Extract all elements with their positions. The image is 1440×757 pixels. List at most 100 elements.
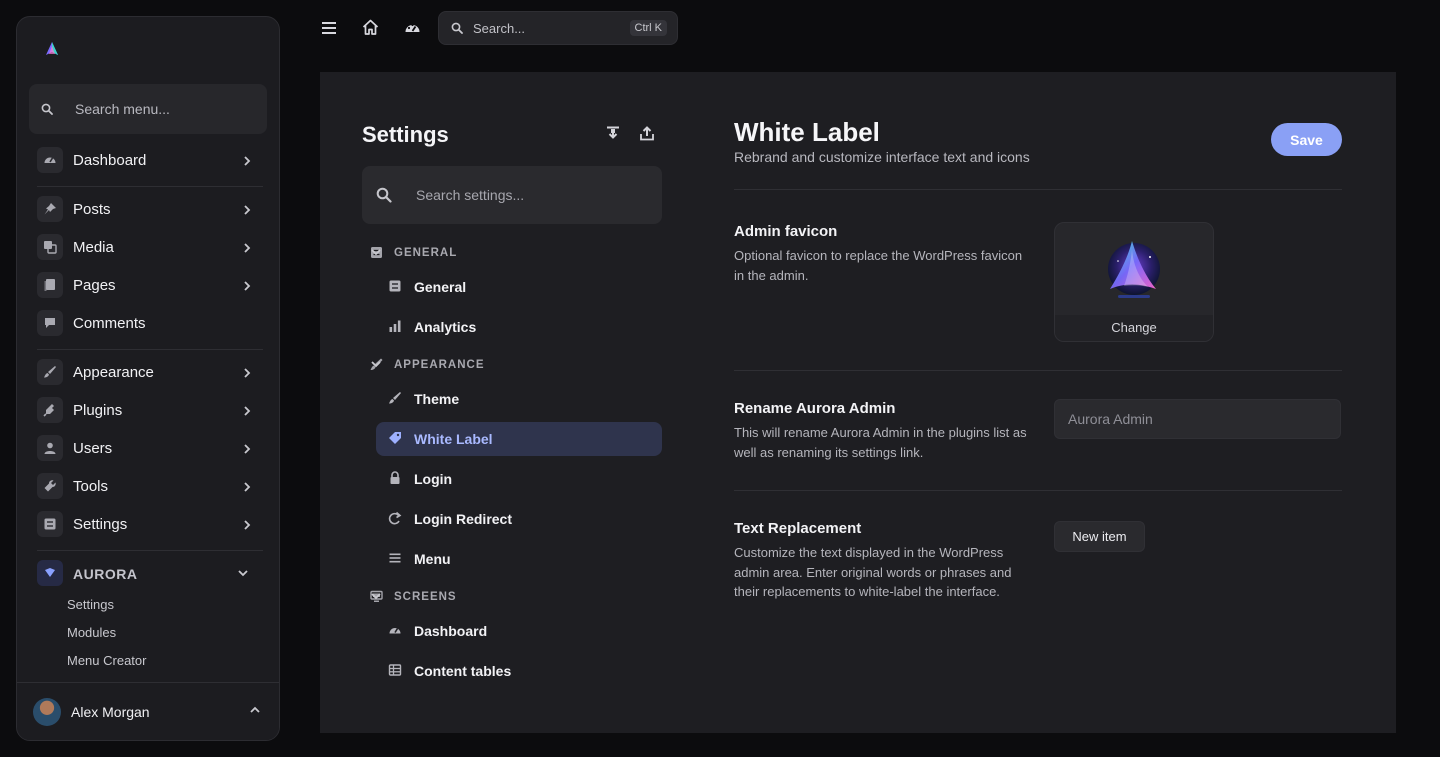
settings-nav-theme[interactable]: Theme: [376, 382, 662, 416]
sidebar-item-pages[interactable]: Pages: [37, 270, 267, 302]
nav-group-general[interactable]: GENERAL: [370, 244, 660, 264]
favicon-description: Optional favicon to replace the WordPres…: [734, 248, 1023, 283]
rename-description: This will rename Aurora Admin in the plu…: [734, 425, 1027, 460]
chevron-down-icon: [370, 592, 652, 600]
sidebar-item-label: Media: [73, 239, 114, 256]
sidebar-subitem-modules[interactable]: Modules: [67, 625, 116, 640]
sidebar-item-label: AURORA: [73, 566, 138, 582]
nav-group-appearance[interactable]: APPEARANCE: [370, 356, 660, 376]
home-icon[interactable]: [362, 19, 379, 36]
favicon-picker[interactable]: Change: [1054, 222, 1214, 342]
settings-search[interactable]: Search settings...: [362, 166, 662, 224]
settings-icon: [37, 511, 63, 537]
lock-icon: [388, 471, 402, 485]
settings-nav-label: Analytics: [414, 319, 477, 335]
chevron-right-icon: [243, 519, 251, 531]
aurora-shield-icon: [37, 560, 63, 586]
global-search[interactable]: Search... Ctrl K: [438, 11, 678, 45]
sidebar-item-posts[interactable]: Posts: [37, 194, 267, 226]
chevron-up-icon: [249, 706, 261, 714]
settings-nav-dashboard[interactable]: Dashboard: [376, 614, 662, 648]
shortcut-badge: Ctrl K: [629, 20, 667, 36]
settings-nav-menu[interactable]: Menu: [376, 542, 662, 576]
settings-nav-label: Login: [414, 471, 453, 487]
export-icon[interactable]: [639, 125, 655, 141]
sidebar-item-dashboard[interactable]: Dashboard: [37, 145, 267, 177]
bar-chart-icon: [388, 319, 402, 333]
text-replacement-description: Customize the text displayed in the Word…: [734, 545, 1012, 599]
chevron-down-icon: [370, 360, 652, 368]
settings-nav-label: Login Redirect: [414, 511, 513, 527]
user-icon: [37, 435, 63, 461]
sidebar-item-appearance[interactable]: Appearance: [37, 357, 267, 389]
settings-nav-label: Menu: [414, 551, 451, 567]
page-title: White Label: [734, 117, 880, 147]
general-icon: [388, 279, 402, 293]
settings-nav-content-tables[interactable]: Content tables: [376, 654, 662, 688]
table-icon: [388, 663, 402, 677]
user-name: Alex Morgan: [71, 704, 150, 720]
admin-sidebar: Search menu... Dashboard Posts Media Pag…: [16, 16, 280, 741]
chevron-right-icon: [243, 443, 251, 455]
nav-group-screens[interactable]: SCREENS: [370, 588, 660, 608]
sidebar-item-label: Posts: [73, 201, 111, 218]
sidebar-search[interactable]: Search menu...: [29, 84, 267, 134]
sidebar-item-label: Comments: [73, 315, 146, 332]
chevron-right-icon: [243, 155, 251, 167]
sidebar-item-aurora[interactable]: AURORA: [37, 558, 267, 590]
settings-nav-label: White Label: [414, 431, 493, 447]
rename-title: Rename Aurora Admin: [734, 400, 896, 417]
settings-title: Settings: [362, 122, 449, 147]
dashboard-gauge-icon[interactable]: [404, 20, 421, 35]
settings-nav-login-redirect[interactable]: Login Redirect: [376, 502, 662, 536]
sidebar-item-media[interactable]: Media: [37, 232, 267, 264]
sidebar-subitem-settings[interactable]: Settings: [67, 597, 114, 612]
sidebar-item-tools[interactable]: Tools: [37, 471, 267, 503]
favicon-title: Admin favicon: [734, 223, 838, 240]
save-button[interactable]: Save: [1271, 123, 1342, 156]
section-divider: [734, 490, 1342, 491]
text-replacement-title: Text Replacement: [734, 520, 862, 537]
favicon-change-button[interactable]: Change: [1055, 315, 1213, 341]
sidebar-item-settings[interactable]: Settings: [37, 509, 267, 541]
rename-input[interactable]: [1054, 399, 1341, 439]
sidebar-item-label: Plugins: [73, 402, 123, 419]
chevron-right-icon: [243, 405, 251, 417]
pages-icon: [37, 272, 63, 298]
aurora-logo-icon[interactable]: [44, 41, 60, 57]
aurora-favicon-image: [1106, 239, 1162, 301]
settings-nav-white-label[interactable]: White Label: [376, 422, 662, 456]
brush-icon: [388, 391, 402, 405]
sidebar-item-label: Tools: [73, 478, 109, 495]
sidebar-item-comments[interactable]: Comments: [37, 308, 267, 340]
settings-nav-label: Theme: [414, 391, 460, 407]
settings-nav-label: Dashboard: [414, 623, 488, 639]
sidebar-item-label: Appearance: [73, 364, 154, 381]
media-icon: [37, 234, 63, 260]
avatar: [33, 698, 61, 726]
sidebar-item-label: Dashboard: [73, 152, 147, 169]
settings-nav-label: Content tables: [414, 663, 512, 679]
search-icon: [376, 187, 392, 203]
sidebar-subitem-menu-creator[interactable]: Menu Creator: [67, 653, 146, 668]
tag-icon: [388, 431, 402, 445]
sidebar-item-label: Settings: [73, 516, 128, 533]
chevron-right-icon: [243, 367, 251, 379]
settings-nav-general[interactable]: General: [376, 270, 662, 304]
menu-toggle-icon[interactable]: [321, 21, 337, 35]
sidebar-item-plugins[interactable]: Plugins: [37, 395, 267, 427]
settings-nav-analytics[interactable]: Analytics: [376, 310, 662, 344]
settings-search-placeholder: Search settings...: [416, 187, 525, 203]
brush-icon: [37, 359, 63, 385]
new-item-button[interactable]: New item: [1054, 521, 1145, 552]
sidebar-item-label: Pages: [73, 277, 116, 294]
settings-nav-label: General: [414, 279, 467, 295]
pin-icon: [37, 196, 63, 222]
user-menu[interactable]: Alex Morgan: [17, 682, 279, 740]
comment-icon: [37, 310, 63, 336]
sidebar-item-label: Users: [73, 440, 113, 457]
import-icon[interactable]: [605, 125, 621, 141]
search-icon: [41, 103, 53, 115]
settings-nav-login[interactable]: Login: [376, 462, 662, 496]
sidebar-item-users[interactable]: Users: [37, 433, 267, 465]
